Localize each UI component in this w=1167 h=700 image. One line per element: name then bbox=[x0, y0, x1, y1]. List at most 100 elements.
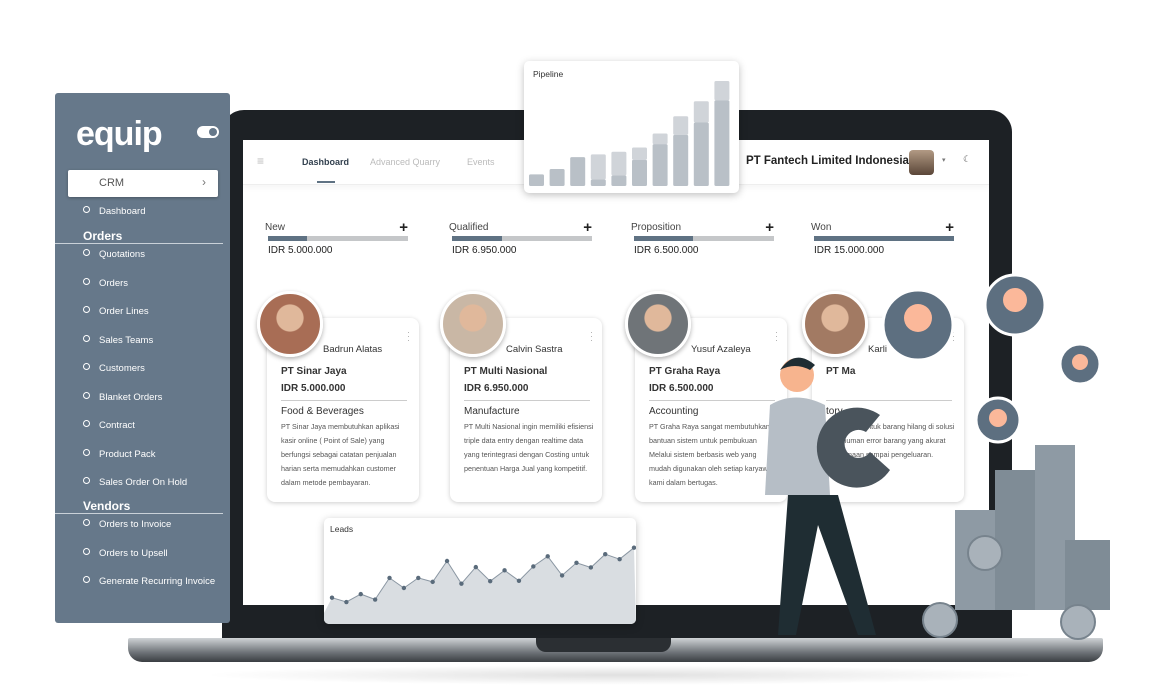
pipeline-bar-bottom bbox=[590, 179, 606, 186]
sidebar-item[interactable]: Orders to Upsell bbox=[83, 548, 168, 559]
leads-point bbox=[401, 585, 407, 591]
tab-dashboard[interactable]: Dashboard bbox=[302, 157, 349, 167]
leads-point bbox=[617, 557, 622, 562]
tab-events[interactable]: Events bbox=[467, 157, 495, 167]
leads-point bbox=[459, 581, 464, 586]
sidebar-section-vendors: Vendors bbox=[83, 499, 131, 513]
sidebar-item[interactable]: Product Pack bbox=[83, 449, 156, 460]
add-icon[interactable]: + bbox=[399, 219, 408, 236]
person-with-magnet-icon bbox=[765, 357, 890, 635]
category: Accounting bbox=[649, 406, 699, 417]
floating-avatars-icon bbox=[881, 273, 1102, 444]
stage-amount: IDR 6.950.000 bbox=[452, 245, 517, 256]
sidebar-item[interactable]: Quotations bbox=[83, 249, 145, 260]
sidebar: equip CRM › Dashboard Orders Quotations Or… bbox=[55, 93, 230, 623]
sidebar-item[interactable]: Sales Order On Hold bbox=[83, 477, 187, 488]
crm-module-button[interactable]: CRM › bbox=[68, 170, 218, 197]
leads-point bbox=[516, 578, 522, 583]
contact-name: Calvin Sastra bbox=[506, 344, 563, 355]
user-avatar[interactable] bbox=[909, 150, 934, 175]
active-tab-indicator bbox=[317, 181, 335, 183]
pipeline-bar-bottom bbox=[549, 169, 565, 186]
pipeline-bars bbox=[529, 81, 730, 186]
leads-point bbox=[603, 551, 608, 557]
pipeline-bar-top bbox=[632, 147, 647, 160]
pipeline-bar-bottom bbox=[570, 157, 586, 186]
leads-area-fill bbox=[324, 547, 636, 624]
stage-progress bbox=[634, 236, 774, 241]
menu-icon[interactable]: ≡ bbox=[257, 154, 264, 168]
pipeline-bar-bottom bbox=[714, 100, 730, 186]
contact-avatar bbox=[440, 291, 506, 357]
stage-amount: IDR 5.000.000 bbox=[268, 245, 333, 256]
divider bbox=[55, 513, 223, 514]
sidebar-item[interactable]: Order Lines bbox=[83, 306, 149, 317]
leads-point bbox=[502, 568, 507, 573]
stage-progress bbox=[452, 236, 592, 241]
sidebar-item[interactable]: Customers bbox=[83, 363, 145, 374]
leads-point bbox=[430, 579, 435, 585]
coin-stacks-icon bbox=[922, 445, 1110, 640]
leads-point bbox=[387, 575, 392, 581]
sidebar-item[interactable]: Generate Recurring Invoice bbox=[83, 576, 215, 587]
leads-point bbox=[531, 564, 536, 569]
amount: IDR 6.950.000 bbox=[464, 383, 529, 394]
contact-avatar bbox=[625, 291, 691, 357]
leads-point bbox=[559, 573, 565, 578]
company-name: PT Fantech Limited Indonesia bbox=[746, 155, 909, 167]
pipeline-bar-bottom bbox=[673, 134, 689, 186]
pipeline-bar-top bbox=[714, 81, 730, 101]
sidebar-section-orders: Orders bbox=[83, 229, 123, 243]
divider bbox=[464, 400, 590, 401]
amount: IDR 5.000.000 bbox=[281, 383, 346, 394]
stage-won: Won + IDR 15.000.000 bbox=[811, 219, 954, 256]
contact-name: Badrun Alatas bbox=[323, 344, 383, 355]
company: PT Multi Nasional bbox=[464, 366, 548, 377]
leads-point bbox=[416, 575, 421, 581]
amount: IDR 6.500.000 bbox=[649, 383, 714, 394]
leads-point bbox=[588, 565, 594, 570]
leads-point bbox=[372, 597, 378, 602]
add-icon[interactable]: + bbox=[583, 219, 592, 236]
moon-icon[interactable]: ☾ bbox=[963, 154, 971, 165]
pipeline-bar-bottom bbox=[632, 159, 647, 186]
pipeline-bar-bottom bbox=[652, 144, 668, 186]
stage-progress bbox=[814, 236, 954, 241]
leads-chart: Leads bbox=[324, 518, 636, 624]
add-icon[interactable]: + bbox=[765, 219, 774, 236]
stage-progress bbox=[268, 236, 408, 241]
company: PT Graha Raya bbox=[649, 366, 721, 377]
equip-logo: equip bbox=[76, 115, 163, 153]
description: PT Sinar Jaya membutuhkan aplikasi kasir… bbox=[281, 422, 400, 487]
sidebar-item-dashboard[interactable]: Dashboard bbox=[83, 206, 145, 217]
pipeline-bar-top bbox=[590, 154, 606, 180]
theme-toggle[interactable] bbox=[197, 126, 219, 138]
sidebar-item[interactable]: Contract bbox=[83, 420, 135, 431]
sidebar-item[interactable]: Blanket Orders bbox=[83, 392, 162, 403]
leads-point bbox=[487, 578, 493, 584]
category: Manufacture bbox=[464, 406, 520, 417]
add-icon[interactable]: + bbox=[945, 219, 954, 236]
chevron-right-icon: › bbox=[202, 175, 206, 189]
pipeline-bar-top bbox=[611, 151, 627, 176]
sidebar-item[interactable]: Orders to Invoice bbox=[83, 519, 171, 530]
divider bbox=[55, 243, 223, 244]
stage-label: New bbox=[265, 222, 286, 233]
description: PT Multi Nasional ingin memiliki efisien… bbox=[464, 422, 594, 473]
sidebar-item[interactable]: Sales Teams bbox=[83, 335, 153, 346]
divider bbox=[281, 400, 407, 401]
stage-proposition: Proposition + IDR 6.500.000 bbox=[631, 219, 774, 256]
more-options-icon[interactable]: ··· bbox=[590, 328, 594, 345]
more-options-icon[interactable]: ··· bbox=[407, 328, 411, 345]
pipeline-bar-bottom bbox=[611, 175, 627, 186]
leads-point bbox=[358, 591, 363, 597]
pipeline-chart: Pipeline bbox=[524, 61, 739, 193]
pipeline-bar-bottom bbox=[693, 122, 709, 186]
laptop-notch bbox=[536, 638, 671, 652]
chevron-down-icon[interactable]: ▾ bbox=[942, 156, 946, 164]
sidebar-item[interactable]: Orders bbox=[83, 278, 128, 289]
tab-advanced-quarry[interactable]: Advanced Quarry bbox=[370, 157, 440, 167]
stage-label: Qualified bbox=[449, 222, 489, 233]
pipeline-bar-top bbox=[652, 133, 668, 145]
stage-qualified: Qualified + IDR 6.950.000 bbox=[449, 219, 592, 256]
